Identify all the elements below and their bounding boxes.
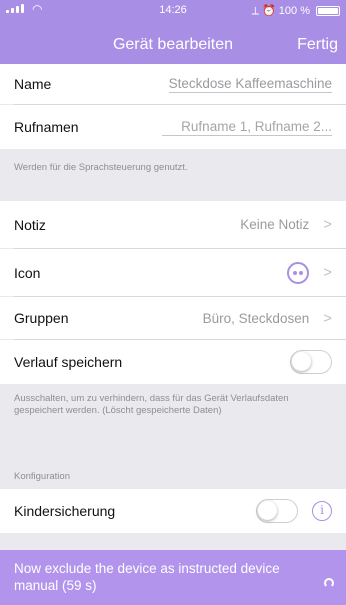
spinner-icon <box>324 578 334 588</box>
note-label: Notiz <box>14 216 46 233</box>
callname-field[interactable]: Rufname 1, Rufname 2... <box>162 119 332 136</box>
history-note: Ausschalten, um zu verhindern, dass für … <box>14 393 289 416</box>
battery-icon <box>316 6 340 16</box>
icon-row[interactable]: Icon > <box>0 249 346 296</box>
name-row: Name Steckdose Kaffeemaschine <box>0 64 346 104</box>
exclusion-banner: Now exclude the device as instructed dev… <box>0 550 346 605</box>
status-battery-text: ⟂ ⏰ 100 % <box>251 5 310 17</box>
banner-text: Now exclude the device as instructed dev… <box>14 561 280 593</box>
history-label: Verlauf speichern <box>14 354 123 370</box>
status-bar: ◠ 14:26 ⟂ ⏰ 100 % <box>0 0 346 20</box>
chevron-right-icon: > <box>323 216 332 233</box>
groups-label: Gruppen <box>14 310 69 326</box>
note-value: Keine Notiz <box>240 217 310 232</box>
note-row[interactable]: Notiz Keine Notiz > <box>0 201 346 248</box>
history-toggle[interactable] <box>290 350 332 374</box>
childlock-row: Kindersicherung i <box>0 489 346 533</box>
chevron-right-icon: > <box>323 264 332 281</box>
groups-row[interactable]: Gruppen Büro, Steckdosen > <box>0 297 346 339</box>
chevron-right-icon: > <box>323 309 332 327</box>
name-label: Name <box>14 76 52 92</box>
callname-label: Rufnamen <box>14 119 79 135</box>
dots-face-icon <box>287 261 310 284</box>
done-button[interactable]: Fertig <box>297 36 338 54</box>
name-field[interactable]: Steckdose Kaffeemaschine <box>168 76 332 93</box>
groups-value: Büro, Steckdosen <box>202 310 310 326</box>
history-row: Verlauf speichern <box>0 340 346 384</box>
callname-row: Rufnamen Rufname 1, Rufname 2... <box>0 105 346 149</box>
childlock-label: Kindersicherung <box>14 503 116 519</box>
info-icon[interactable]: i <box>312 501 332 521</box>
page-title: Gerät bearbeiten <box>112 36 234 53</box>
header-bar: ◠ 14:26 ⟂ ⏰ 100 % Gerät bearbeiten Ferti… <box>0 0 346 64</box>
childlock-toggle[interactable] <box>256 499 298 523</box>
location-alarm-icons: ⟂ ⏰ <box>251 5 276 17</box>
callname-note: Werden für die Sprachsteuerung genutzt. <box>14 162 188 173</box>
config-header: Konfiguration <box>14 471 70 482</box>
icon-label: Icon <box>14 264 41 281</box>
